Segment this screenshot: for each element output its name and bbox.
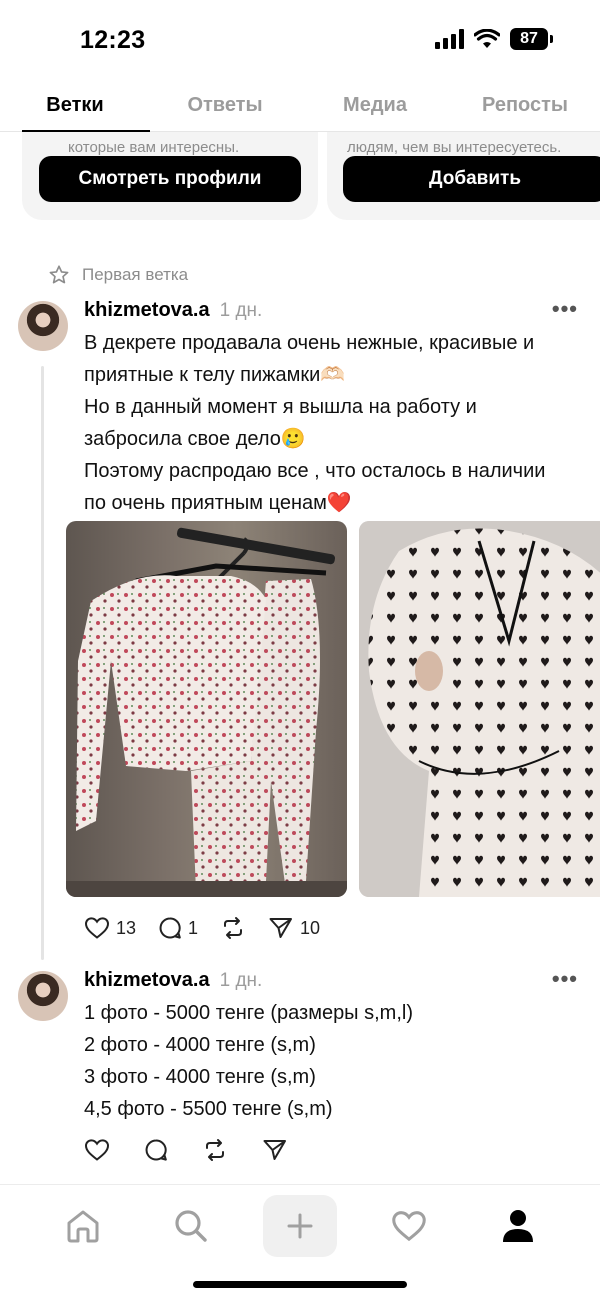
status-icons: 87 — [435, 28, 553, 50]
profile-icon — [503, 1210, 533, 1242]
more-options-icon[interactable]: ••• — [552, 296, 578, 322]
repost-button[interactable] — [202, 1138, 228, 1162]
post-text-line: 2 фото - 4000 тенге (s,m) — [84, 1034, 316, 1056]
tab-reposts[interactable]: Репосты — [450, 82, 600, 131]
post-actions: 13 1 10 — [84, 916, 320, 940]
post-text-line: 1 фото - 5000 тенге (размеры s,m,l) — [84, 1002, 413, 1024]
nav-create[interactable] — [263, 1195, 337, 1257]
more-options-icon[interactable]: ••• — [552, 966, 578, 992]
send-icon — [263, 1140, 286, 1160]
post-actions — [84, 1138, 288, 1162]
search-icon — [175, 1210, 207, 1242]
post-header: khizmetova.a 1 дн. — [84, 969, 262, 992]
home-indicator — [193, 1281, 407, 1288]
repost-icon — [224, 917, 243, 939]
suggestion-card-text: людям, чем вы интересуетесь. — [347, 139, 562, 156]
tab-threads[interactable]: Ветки — [0, 82, 150, 132]
username[interactable]: khizmetova.a — [84, 969, 210, 992]
star-icon — [49, 265, 69, 284]
heart-icon — [84, 917, 110, 939]
post-text: В декрете продавала очень нежные, красив… — [84, 327, 584, 519]
battery-level: 87 — [520, 30, 538, 47]
pajama-photo[interactable] — [66, 521, 347, 897]
post-time: 1 дн. — [219, 970, 263, 991]
thread-line — [41, 366, 44, 960]
battery-icon: 87 — [510, 28, 553, 50]
suggestion-card-text: которые вам интересны. — [68, 139, 240, 156]
share-count: 10 — [300, 917, 321, 938]
tab-media[interactable]: Медиа — [300, 82, 450, 131]
heart-icon — [84, 1139, 110, 1161]
reply-button[interactable]: 1 — [158, 916, 198, 940]
reply-count: 1 — [188, 917, 199, 938]
suggestion-card: которые вам интересны. Смотреть профили — [22, 132, 318, 220]
post-text-line: Но в данный момент я вышла на работу и — [84, 396, 477, 418]
nav-activity[interactable] — [372, 1195, 446, 1257]
repost-icon — [206, 1139, 224, 1161]
post-text: 1 фото - 5000 тенге (размеры s,m,l) 2 фо… — [84, 997, 584, 1125]
nav-search[interactable] — [154, 1195, 228, 1257]
post-text-line: Поэтому распродаю все , что осталось в н… — [84, 460, 546, 482]
photo-carousel[interactable] — [66, 521, 600, 897]
like-button[interactable]: 13 — [84, 916, 136, 940]
avatar[interactable] — [18, 301, 68, 351]
comment-icon — [159, 917, 181, 939]
share-button[interactable]: 10 — [268, 916, 320, 940]
reply-button[interactable] — [144, 1138, 168, 1162]
post-text-line: 4,5 фото - 5500 тенге (s,m) — [84, 1098, 333, 1120]
profile-tabs: Ветки Ответы Медиа Репосты — [0, 82, 600, 132]
share-button[interactable] — [262, 1138, 288, 1162]
username[interactable]: khizmetova.a — [84, 299, 210, 322]
cellular-signal-icon — [435, 29, 464, 49]
post-text-line: В декрете продавала очень нежные, красив… — [84, 332, 535, 354]
like-button[interactable] — [84, 1138, 110, 1162]
avatar[interactable] — [18, 971, 68, 1021]
pinned-label-text: Первая ветка — [82, 265, 189, 284]
view-profiles-button[interactable]: Смотреть профили — [39, 156, 301, 202]
post-text-line: по очень приятным ценам❤️ — [84, 492, 352, 514]
status-bar: 12:23 87 — [0, 0, 600, 80]
add-button[interactable]: Добавить — [343, 156, 600, 202]
suggestion-card: людям, чем вы интересуетесь. Добавить — [327, 132, 600, 220]
post-text-line: 3 фото - 4000 тенге (s,m) — [84, 1066, 316, 1088]
pinned-thread-label: Первая ветка — [48, 264, 188, 286]
send-icon — [269, 918, 293, 938]
nav-home[interactable] — [46, 1195, 120, 1257]
tab-replies[interactable]: Ответы — [150, 82, 300, 131]
post-text-line: забросила свое дело🥲 — [84, 428, 306, 450]
like-count: 13 — [116, 917, 137, 938]
floral-pajama-image — [66, 527, 347, 897]
comment-icon — [145, 1139, 167, 1161]
post-header: khizmetova.a 1 дн. — [84, 299, 262, 322]
repost-button[interactable] — [220, 916, 246, 940]
post-text-line: приятные к телу пижамки🫶🏻 — [84, 364, 346, 386]
plus-icon — [287, 1213, 313, 1239]
wifi-icon — [474, 29, 500, 48]
heart-print-pajama-image — [359, 521, 600, 897]
nav-profile[interactable] — [481, 1195, 555, 1257]
pajama-photo[interactable] — [359, 521, 600, 897]
home-icon — [67, 1210, 99, 1243]
post-time: 1 дн. — [219, 300, 263, 321]
profile-suggestion-cards: которые вам интересны. Смотреть профили … — [0, 132, 600, 222]
heart-icon — [392, 1211, 426, 1242]
status-time: 12:23 — [80, 26, 146, 54]
